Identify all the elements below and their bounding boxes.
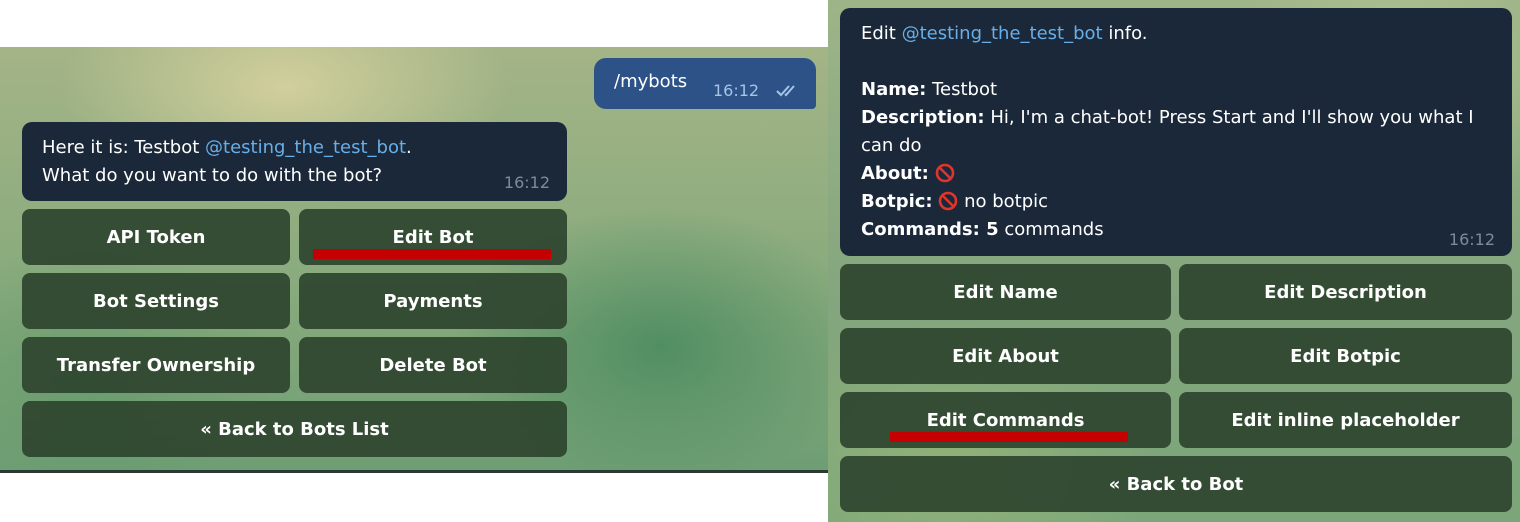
right-chat-panel: Edit @testing_the_test_bot info. Name: T… [828,0,1520,522]
bot-info-message: Edit @testing_the_test_bot info. Name: T… [840,8,1512,256]
about-label: About: [861,163,929,184]
commands-value: commands [998,219,1104,240]
message-time: 16:12 [1448,230,1495,249]
name-row: Name: Testbot [861,76,1492,104]
message-time: 16:12 [503,173,550,192]
bot-message: Here it is: Testbot @testing_the_test_bo… [22,122,567,201]
botpic-value: no botpic [958,191,1049,212]
api-token-button[interactable]: API Token [22,209,290,265]
name-value: Testbot [926,79,998,100]
edit-inline-placeholder-button[interactable]: Edit inline placeholder [1179,392,1512,448]
outgoing-message: /mybots 16:12 [594,58,816,109]
back-to-bot-button[interactable]: « Back to Bot [840,456,1512,512]
bot-username-link[interactable]: @testing_the_test_bot [902,23,1103,44]
prohibited-icon [939,191,958,211]
transfer-ownership-button[interactable]: Transfer Ownership [22,337,290,393]
edit-about-button[interactable]: Edit About [840,328,1171,384]
botpic-row: Botpic: no botpic [861,188,1492,216]
commands-label: Commands: [861,219,980,240]
edit-name-button[interactable]: Edit Name [840,264,1171,320]
bot-message-line-2: What do you want to do with the bot? [42,165,383,186]
message-text: Here it is: Testbot [42,137,206,158]
message-text: . [406,137,412,158]
message-text: info. [1102,23,1148,44]
bot-settings-button[interactable]: Bot Settings [22,273,290,329]
commands-count: 5 [979,219,999,240]
edit-info-intro: Edit @testing_the_test_bot info. [861,20,1492,48]
message-time: 16:12 [713,81,760,100]
delete-bot-button[interactable]: Delete Bot [299,337,567,393]
payments-button[interactable]: Payments [299,273,567,329]
highlight-underline [890,432,1128,442]
bot-message-line-1: Here it is: Testbot @testing_the_test_bo… [42,134,547,162]
botpic-label: Botpic: [861,191,933,212]
commands-row: Commands: 5 commands [861,216,1492,244]
about-row: About: [861,160,1492,188]
edit-botpic-button[interactable]: Edit Botpic [1179,328,1512,384]
prohibited-icon [935,163,954,183]
message-text: Edit [861,23,902,44]
outgoing-message-text: /mybots [614,71,688,92]
name-label: Name: [861,79,927,100]
bot-username-link[interactable]: @testing_the_test_bot [205,137,406,158]
left-chat-panel: /mybots 16:12 Here it is: Testbot @testi… [0,47,828,473]
description-row: Description: Hi, I'm a chat-bot! Press S… [861,104,1492,160]
description-label: Description: [861,107,985,128]
edit-description-button[interactable]: Edit Description [1179,264,1512,320]
back-to-bots-list-button[interactable]: « Back to Bots List [22,401,567,457]
double-check-icon [776,85,795,97]
highlight-underline [313,249,551,259]
